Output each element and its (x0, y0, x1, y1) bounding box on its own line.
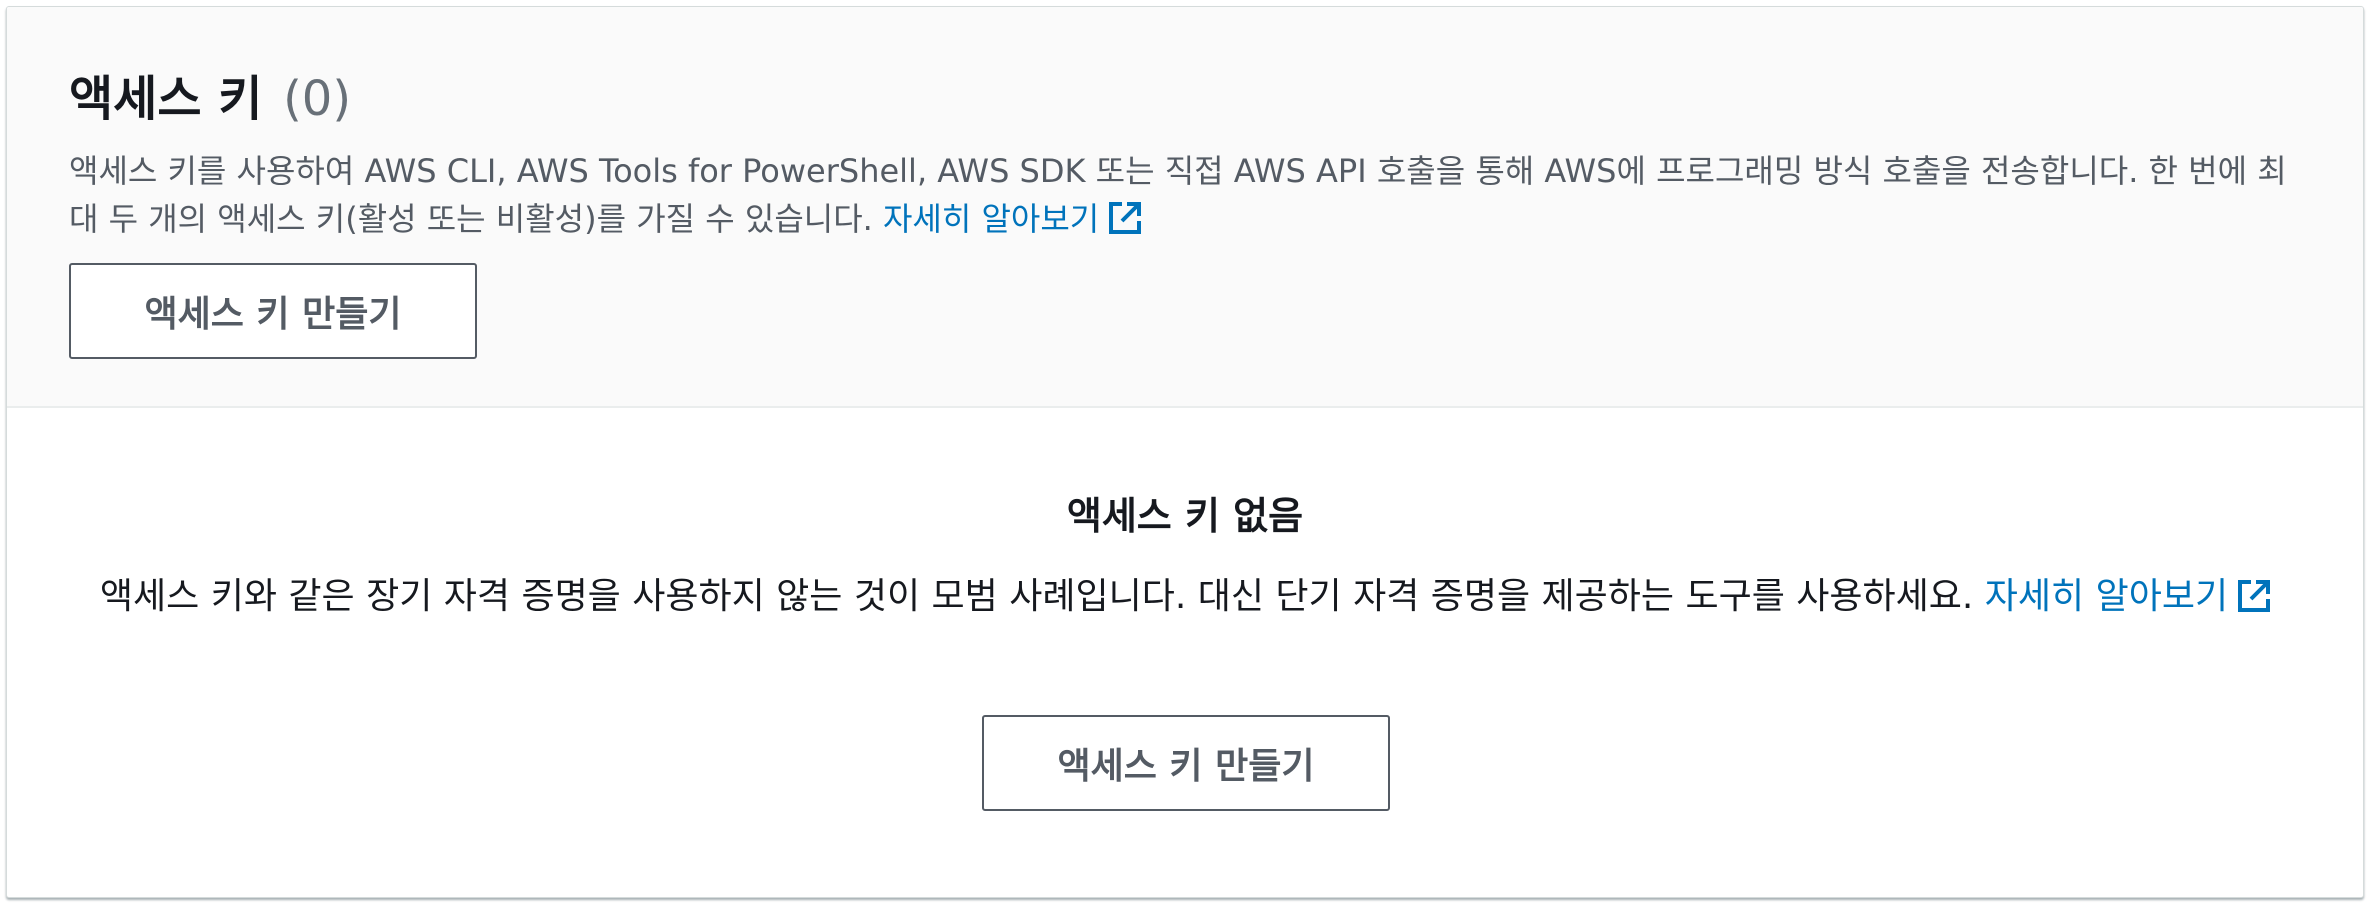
page-title: 액세스 키 (0) (69, 69, 351, 129)
description-text: 액세스 키를 사용하여 AWS CLI, AWS Tools for Power… (69, 152, 2287, 238)
learn-more-label: 자세히 알아보기 (882, 200, 1100, 238)
empty-state-title: 액세스 키 없음 (1066, 494, 1304, 538)
empty-create-access-key-button[interactable]: 액세스 키 만들기 (982, 715, 1390, 811)
empty-learn-more-label: 자세히 알아보기 (1984, 576, 2229, 617)
external-link-icon (1109, 202, 1142, 234)
learn-more-link[interactable]: 자세히 알아보기 (883, 200, 1145, 238)
access-key-count: (0) (283, 71, 352, 127)
empty-state-text: 액세스 키와 같은 장기 자격 증명을 사용하지 않는 것이 모범 사례입니다.… (99, 576, 1974, 617)
empty-state-description: 액세스 키와 같은 장기 자격 증명을 사용하지 않는 것이 모범 사례입니다.… (67, 565, 2307, 629)
create-access-key-button[interactable]: 액세스 키 만들기 (69, 263, 477, 359)
access-keys-header: 액세스 키 (0) 액세스 키를 사용하여 AWS CLI, AWS Tools… (7, 7, 2363, 408)
title-text: 액세스 키 (69, 71, 263, 127)
external-link-icon (2238, 580, 2271, 612)
access-keys-panel: 액세스 키 (0) 액세스 키를 사용하여 AWS CLI, AWS Tools… (6, 6, 2364, 898)
empty-learn-more-link[interactable]: 자세히 알아보기 (1985, 576, 2274, 617)
header-description: 액세스 키를 사용하여 AWS CLI, AWS Tools for Power… (69, 147, 2299, 243)
